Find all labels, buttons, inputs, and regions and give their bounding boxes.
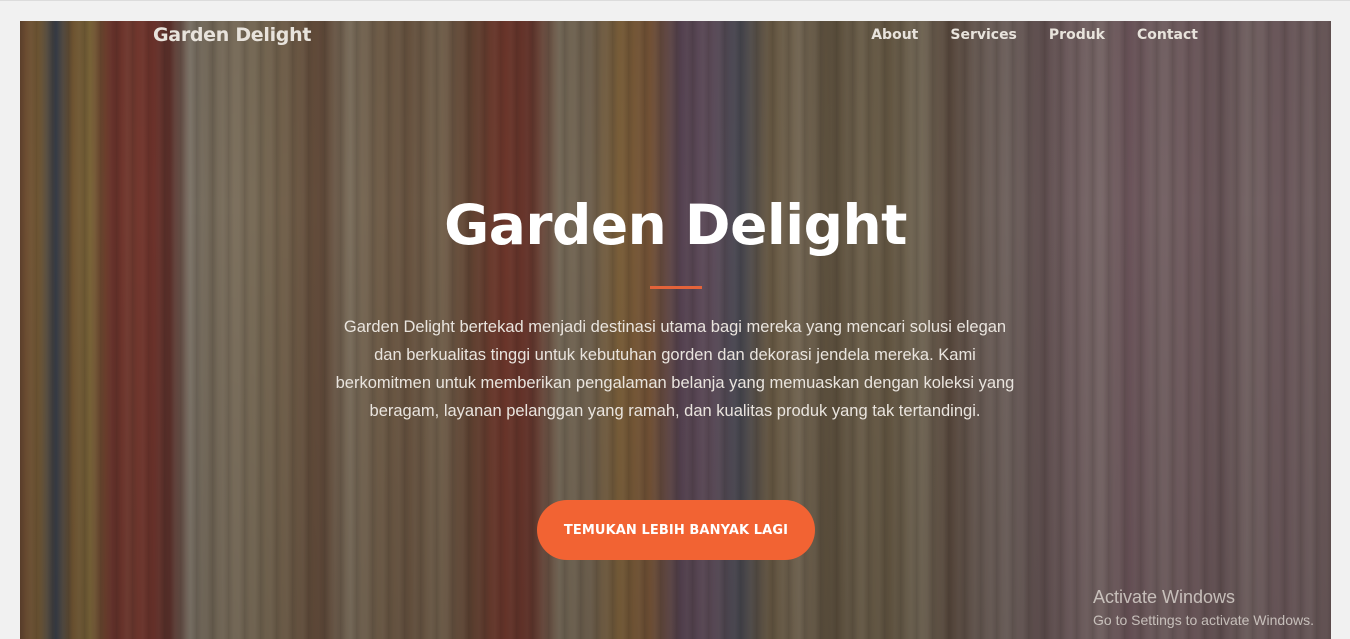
- hero-section: Garden Delight About Services Produk Con…: [20, 21, 1331, 639]
- watermark-subtitle: Go to Settings to activate Windows.: [1093, 612, 1314, 628]
- hero-title: Garden Delight: [444, 193, 907, 257]
- activate-windows-watermark: Activate Windows Go to Settings to activ…: [1093, 586, 1314, 630]
- hero-description: Garden Delight bertekad menjadi destinas…: [335, 318, 1015, 420]
- page-scrollbar-gutter: [1331, 21, 1350, 639]
- browser-top-strip: [0, 0, 1350, 21]
- nav-link-contact[interactable]: Contact: [1137, 27, 1198, 43]
- nav-link-about[interactable]: About: [871, 27, 918, 43]
- title-divider: [650, 286, 702, 289]
- brand-logo-link[interactable]: Garden Delight: [153, 24, 311, 46]
- nav-links: About Services Produk Contact: [839, 27, 1198, 43]
- nav-link-services[interactable]: Services: [950, 27, 1017, 43]
- nav-link-produk[interactable]: Produk: [1049, 27, 1105, 43]
- watermark-title: Activate Windows: [1093, 587, 1236, 607]
- find-out-more-button[interactable]: TEMUKAN LEBIH BANYAK LAGI: [537, 500, 815, 560]
- navbar: Garden Delight About Services Produk Con…: [20, 21, 1331, 55]
